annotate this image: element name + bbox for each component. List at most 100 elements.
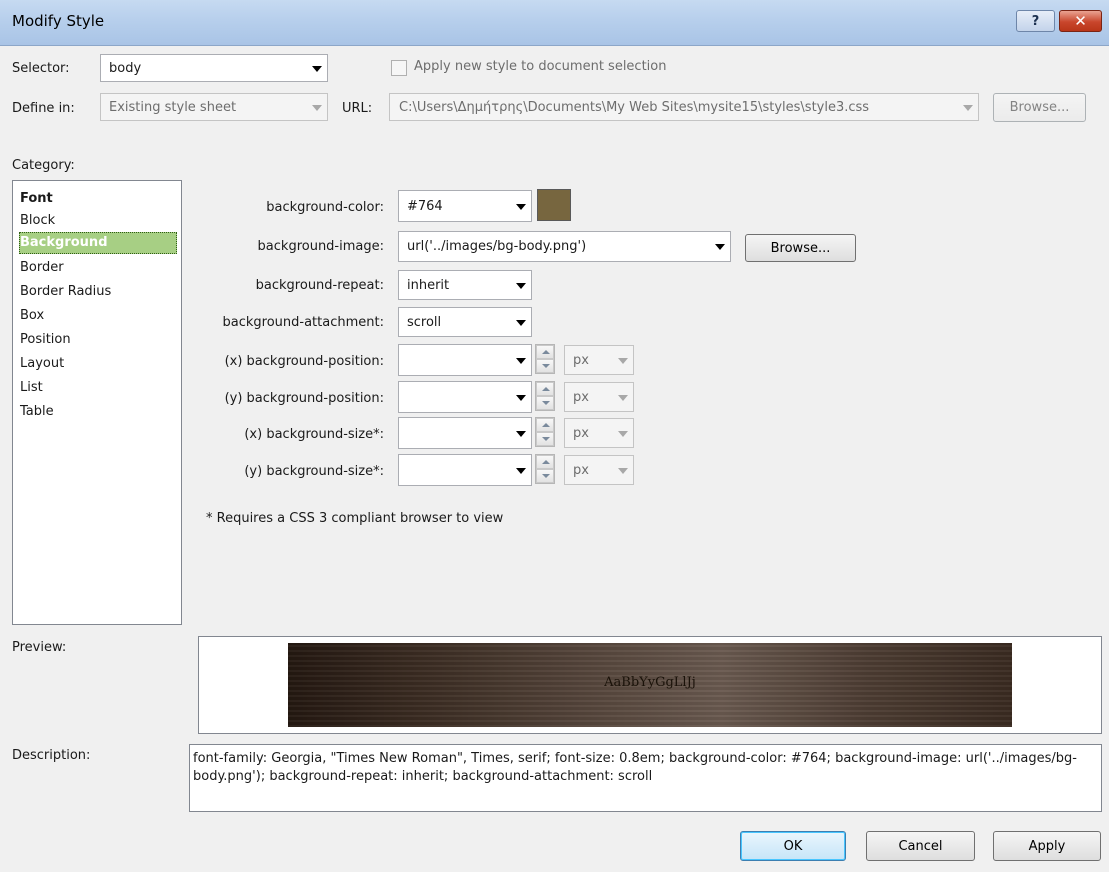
category-item-border[interactable]: Border bbox=[20, 257, 64, 279]
apply-button[interactable]: Apply bbox=[993, 831, 1101, 861]
chevron-down-icon bbox=[516, 204, 526, 210]
category-item-border-radius[interactable]: Border Radius bbox=[20, 281, 111, 303]
arrow-down-icon bbox=[542, 474, 550, 478]
preview-label: Preview: bbox=[12, 640, 67, 655]
pos-y-spinner[interactable] bbox=[535, 381, 555, 411]
chevron-down-icon bbox=[312, 66, 322, 72]
size-x-unit-combo[interactable]: px bbox=[564, 418, 634, 448]
spinner-up[interactable] bbox=[536, 382, 554, 396]
size-y-label: (y) background-size*: bbox=[244, 464, 384, 479]
pos-x-combo[interactable] bbox=[398, 344, 532, 376]
url-value: C:\Users\Δημήτρης\Documents\My Web Sites… bbox=[399, 99, 870, 115]
selector-combo[interactable]: body bbox=[100, 54, 328, 82]
url-label: URL: bbox=[342, 101, 373, 116]
bg-attach-combo[interactable]: scroll bbox=[398, 307, 532, 337]
window-title: Modify Style bbox=[12, 12, 105, 30]
arrow-up-icon bbox=[542, 423, 550, 427]
define-in-value: Existing style sheet bbox=[109, 99, 237, 115]
css3-note: * Requires a CSS 3 compliant browser to … bbox=[206, 511, 504, 526]
arrow-down-icon bbox=[542, 364, 550, 368]
pos-y-unit-value: px bbox=[573, 389, 589, 405]
bg-color-label: background-color: bbox=[266, 200, 384, 215]
size-x-combo[interactable] bbox=[398, 417, 532, 449]
apply-selection-label: Apply new style to document selection bbox=[414, 59, 667, 74]
spinner-down[interactable] bbox=[536, 432, 554, 446]
bg-color-value: #764 bbox=[407, 198, 443, 214]
size-y-spinner[interactable] bbox=[535, 454, 555, 484]
close-icon: ✕ bbox=[1074, 12, 1087, 30]
close-button[interactable]: ✕ bbox=[1059, 10, 1102, 32]
chevron-down-icon bbox=[516, 283, 526, 289]
help-button[interactable]: ? bbox=[1016, 10, 1055, 32]
bg-attach-label: background-attachment: bbox=[222, 315, 384, 330]
pos-x-spinner[interactable] bbox=[535, 344, 555, 374]
pos-x-label: (x) background-position: bbox=[224, 354, 384, 369]
size-x-label: (x) background-size*: bbox=[244, 427, 384, 442]
size-y-unit-value: px bbox=[573, 462, 589, 478]
help-icon: ? bbox=[1031, 13, 1040, 29]
category-item-position[interactable]: Position bbox=[20, 329, 71, 351]
ok-button[interactable]: OK bbox=[740, 831, 846, 861]
bg-repeat-label: background-repeat: bbox=[255, 278, 384, 293]
url-browse-button[interactable]: Browse... bbox=[993, 93, 1086, 122]
arrow-up-icon bbox=[542, 350, 550, 354]
category-item-font[interactable]: Font bbox=[20, 188, 53, 210]
bg-color-swatch[interactable] bbox=[537, 189, 571, 221]
pos-y-unit-combo[interactable]: px bbox=[564, 382, 634, 412]
chevron-down-icon bbox=[618, 468, 628, 474]
category-item-background[interactable]: Background bbox=[19, 232, 177, 254]
spinner-up[interactable] bbox=[536, 418, 554, 432]
chevron-down-icon bbox=[618, 431, 628, 437]
chevron-down-icon bbox=[516, 395, 526, 401]
arrow-down-icon bbox=[542, 437, 550, 441]
chevron-down-icon bbox=[715, 244, 725, 250]
spinner-down[interactable] bbox=[536, 396, 554, 410]
category-item-table[interactable]: Table bbox=[20, 401, 54, 423]
preview-background: AaBbYyGgLlJj bbox=[288, 643, 1012, 727]
define-in-label: Define in: bbox=[12, 101, 75, 116]
bg-image-value: url('../images/bg-body.png') bbox=[407, 239, 587, 254]
bg-attach-value: scroll bbox=[407, 314, 442, 330]
define-in-combo[interactable]: Existing style sheet bbox=[100, 93, 328, 121]
chevron-down-icon bbox=[516, 320, 526, 326]
pos-x-unit-combo[interactable]: px bbox=[564, 345, 634, 375]
spinner-down[interactable] bbox=[536, 359, 554, 373]
url-combo[interactable]: C:\Users\Δημήτρης\Documents\My Web Sites… bbox=[389, 93, 979, 121]
preview-box: AaBbYyGgLlJj bbox=[198, 636, 1102, 734]
category-label: Category: bbox=[12, 158, 75, 173]
bg-color-combo[interactable]: #764 bbox=[398, 190, 532, 222]
chevron-down-icon bbox=[312, 105, 322, 111]
bg-image-label: background-image: bbox=[257, 239, 384, 254]
category-item-layout[interactable]: Layout bbox=[20, 353, 64, 375]
size-x-spinner[interactable] bbox=[535, 417, 555, 447]
selector-label: Selector: bbox=[12, 61, 70, 76]
pos-y-combo[interactable] bbox=[398, 381, 532, 413]
pos-x-unit-value: px bbox=[573, 352, 589, 368]
category-item-block[interactable]: Block bbox=[20, 210, 55, 232]
bg-image-browse-button[interactable]: Browse... bbox=[745, 234, 856, 262]
bg-repeat-combo[interactable]: inherit bbox=[398, 270, 532, 300]
chevron-down-icon bbox=[516, 358, 526, 364]
chevron-down-icon bbox=[516, 431, 526, 437]
spinner-up[interactable] bbox=[536, 345, 554, 359]
category-item-box[interactable]: Box bbox=[20, 305, 44, 327]
chevron-down-icon bbox=[618, 358, 628, 364]
category-item-list[interactable]: List bbox=[20, 377, 43, 399]
arrow-up-icon bbox=[542, 460, 550, 464]
category-list[interactable]: Font Block Background Border Border Radi… bbox=[12, 180, 182, 625]
size-y-combo[interactable] bbox=[398, 454, 532, 486]
bg-repeat-value: inherit bbox=[407, 277, 450, 293]
spinner-up[interactable] bbox=[536, 455, 554, 469]
preview-sample-text: AaBbYyGgLlJj bbox=[604, 675, 696, 690]
size-x-unit-value: px bbox=[573, 425, 589, 441]
chevron-down-icon bbox=[963, 105, 973, 111]
selector-value: body bbox=[109, 60, 142, 76]
title-bar: Modify Style ? ✕ bbox=[0, 0, 1109, 46]
apply-selection-checkbox[interactable] bbox=[391, 60, 407, 76]
description-text: font-family: Georgia, "Times New Roman",… bbox=[189, 744, 1102, 812]
spinner-down[interactable] bbox=[536, 469, 554, 483]
cancel-button[interactable]: Cancel bbox=[866, 831, 975, 861]
bg-image-combo[interactable]: url('../images/bg-body.png') bbox=[398, 231, 731, 262]
size-y-unit-combo[interactable]: px bbox=[564, 455, 634, 485]
description-label: Description: bbox=[12, 748, 91, 763]
